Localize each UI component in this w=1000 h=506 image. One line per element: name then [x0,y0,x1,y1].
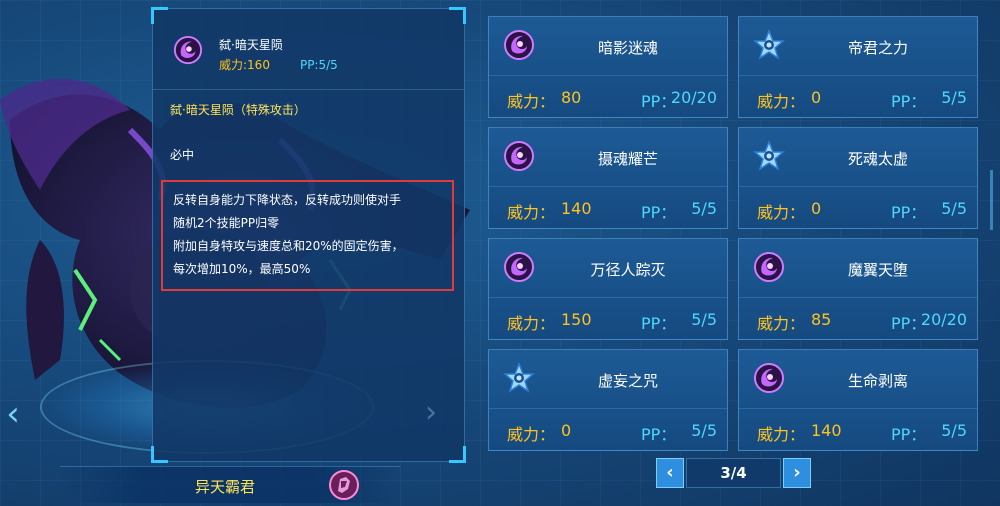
skill-card-header: 虚妄之咒 [489,350,727,408]
skill-detail-header: 弑·暗天星陨 威力:160 PP:5/5 [153,9,464,89]
skill-card-header: 暗影迷魂 [489,17,727,75]
skill-name: 死魂太虚 [847,150,908,168]
skill-card[interactable]: 魔翼天堕 威力： 85 PP： 20/20 [738,238,978,340]
skill-card[interactable]: 摄魂耀芒 威力： 140 PP： 5/5 [488,127,728,229]
divider [489,408,727,409]
power-label: 威力： [507,203,556,222]
power-value: 0 [811,88,822,107]
power-value: 80 [561,88,582,107]
power-label: 威力： [757,92,806,111]
power-label: 威力： [757,425,806,444]
skill-name: 万径人踪灭 [590,261,666,279]
divider [739,408,977,409]
skill-name: 帝君之力 [847,39,908,57]
element-type-icon[interactable] [328,469,360,501]
skill-name: 摄魂耀芒 [597,150,658,168]
power-label: 威力： [757,314,806,333]
skill-detail-type: 弑·暗天星陨（特殊攻击） [170,103,306,117]
skill-card-header: 摄魂耀芒 [489,128,727,186]
previous-pet-arrow-icon[interactable]: ‹ [2,392,24,436]
pp-value: 5/5 [941,88,967,107]
skill-card[interactable]: 虚妄之咒 威力： 0 PP： 5/5 [488,349,728,451]
pp-label: PP： [641,425,677,444]
panel-corner [151,446,168,463]
skill-name: 虚妄之咒 [597,372,658,390]
skill-card[interactable]: 死魂太虚 威力： 0 PP： 5/5 [738,127,978,229]
power-value: 140 [561,199,592,218]
skill-detail-sure-hit: 必中 [170,148,195,162]
skill-detail-pp: PP:5/5 [299,58,338,72]
power-value: 150 [561,310,592,329]
skill-card-header: 生命剥离 [739,350,977,408]
skill-detail-name: 弑·暗天星陨 [219,38,283,52]
side-accent-line [990,170,993,230]
skill-detail-power: 威力:160 [219,58,270,72]
divider [739,186,977,187]
panel-corner [449,446,466,463]
skill-name: 暗影迷魂 [597,39,658,57]
divider [739,75,977,76]
power-label: 威力： [507,92,556,111]
skill-card-header: 帝君之力 [739,17,977,75]
pp-label: PP： [891,203,927,222]
power-value: 140 [811,421,842,440]
divider [153,89,464,90]
power-label: 威力： [757,203,806,222]
skills-grid: 暗影迷魂 威力： 80 PP： 20/20 帝君之力 威力： 0 PP： 5/5 [478,6,990,466]
skill-name: 魔翼天堕 [847,261,908,279]
pp-value: 5/5 [691,310,717,329]
divider [739,297,977,298]
pp-value: 20/20 [670,88,717,107]
description-line: 附加自身特攻与速度总和20%的固定伤害， [173,239,404,253]
skill-card-header: 万径人踪灭 [489,239,727,297]
skill-card-header: 魔翼天堕 [739,239,977,297]
pp-label: PP： [891,92,927,111]
description-line: 每次增加10%，最高50% [173,262,311,276]
chevron-right-icon: › [425,395,437,430]
shadow-orb-icon [173,35,203,65]
pet-name: 异天霸君 [195,478,256,496]
divider [489,186,727,187]
skill-card-header: 死魂太虚 [739,128,977,186]
pp-value: 5/5 [691,199,717,218]
description-line: 随机2个技能PP归零 [173,216,280,230]
skill-description-highlight: 反转自身能力下降状态，反转成功则使对手 随机2个技能PP归零 附加自身特攻与速度… [161,180,454,291]
power-label: 威力： [507,425,556,444]
power-value: 0 [561,421,572,440]
pp-value: 5/5 [941,199,967,218]
previous-page-button[interactable]: ‹ [656,458,684,488]
divider [489,75,727,76]
skill-card[interactable]: 暗影迷魂 威力： 80 PP： 20/20 [488,16,728,118]
skill-card[interactable]: 帝君之力 威力： 0 PP： 5/5 [738,16,978,118]
power-label: 威力： [507,314,556,333]
skill-pager: ‹ 3/4 › [656,458,811,490]
divider [489,297,727,298]
pp-label: PP： [641,314,677,333]
skill-card[interactable]: 万径人踪灭 威力： 150 PP： 5/5 [488,238,728,340]
power-value: 0 [811,199,822,218]
pp-value: 5/5 [941,421,967,440]
pet-name-bar: 异天霸君 [60,466,400,503]
next-page-button[interactable]: › [783,458,811,488]
description-line: 反转自身能力下降状态，反转成功则使对手 [173,193,402,207]
pp-value: 5/5 [691,421,717,440]
skill-name: 生命剥离 [847,372,908,390]
pp-value: 20/20 [920,310,967,329]
pp-label: PP： [891,425,927,444]
skill-detail-stats: 威力:160 PP:5/5 [219,56,368,73]
skill-card[interactable]: 生命剥离 威力： 140 PP： 5/5 [738,349,978,451]
skill-detail-panel: 弑·暗天星陨 威力:160 PP:5/5 弑·暗天星陨（特殊攻击） 必中 反转自身… [151,7,466,463]
page-indicator: 3/4 [686,458,781,488]
power-value: 85 [811,310,832,329]
pp-label: PP： [641,203,677,222]
